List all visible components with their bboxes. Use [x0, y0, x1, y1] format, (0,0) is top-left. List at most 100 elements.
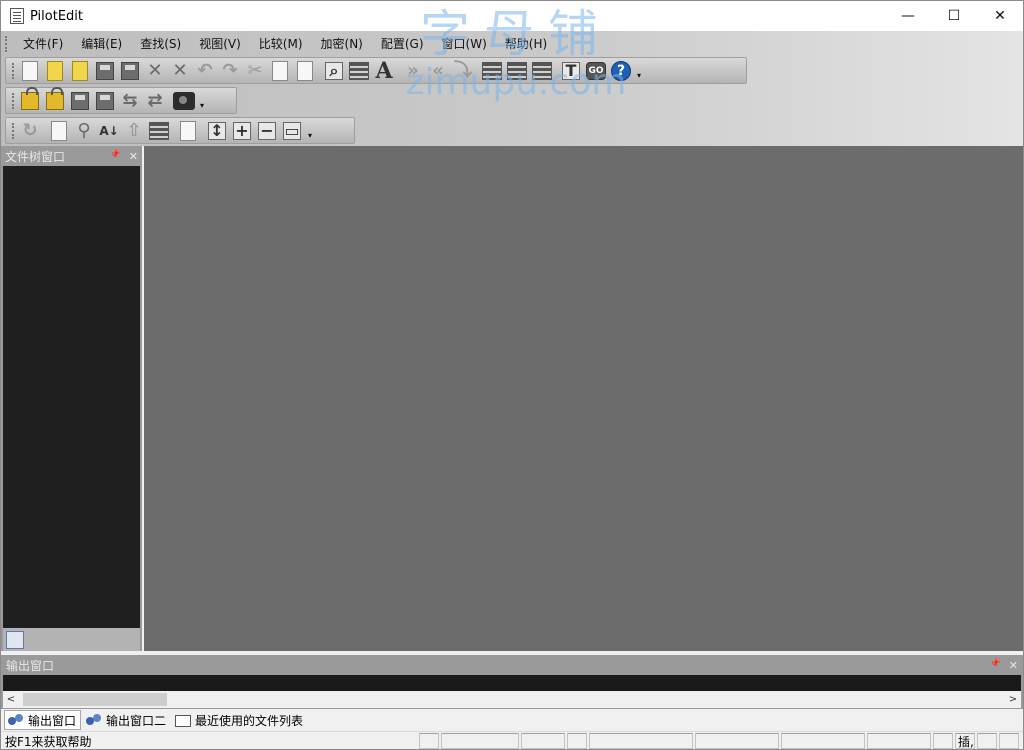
menu-grip[interactable] [5, 36, 8, 52]
status-bar: 按F1来获取帮助 插, [1, 731, 1023, 749]
open-file-alt-icon [72, 60, 88, 81]
expand-button[interactable]: ↕ [205, 120, 229, 142]
zoom-page-button[interactable] [176, 120, 200, 142]
save-encrypted-button[interactable] [68, 90, 92, 112]
help-button[interactable]: ? [609, 60, 633, 82]
minimize-button[interactable]: — [885, 1, 931, 31]
status-cell [999, 733, 1019, 749]
status-cell [695, 733, 779, 749]
open-file-button[interactable] [43, 60, 67, 82]
pin-icon[interactable]: 📌 [990, 659, 1001, 672]
open-file-alt-button[interactable] [68, 60, 92, 82]
compare-alt-button[interactable]: ⇄ [143, 90, 167, 112]
lock-camera-button[interactable] [172, 90, 196, 112]
toolbar-more-button[interactable]: ▾ [197, 90, 207, 112]
tab-recent-files[interactable]: 最近使用的文件列表 [172, 710, 307, 730]
go-icon: GO [586, 61, 606, 80]
toolbar-encrypt: ⇆ ⇄ ▾ [5, 86, 237, 114]
window-button[interactable]: ▭ [280, 120, 304, 142]
search-button[interactable]: ⚲ [72, 120, 96, 142]
menu-window[interactable]: 窗口(W) [433, 34, 496, 54]
scroll-thumb[interactable] [23, 693, 167, 706]
toolbar-grip[interactable] [12, 122, 15, 139]
indent-button[interactable]: ⤵ [451, 60, 475, 82]
menu-file[interactable]: 文件(F) [14, 34, 72, 54]
save-button[interactable] [93, 60, 117, 82]
menu-help[interactable]: 帮助(H) [496, 34, 556, 54]
menu-config[interactable]: 配置(G) [372, 34, 433, 54]
new-file-button[interactable] [18, 60, 42, 82]
pin-icon[interactable]: 📌 [110, 150, 121, 163]
status-cell [867, 733, 931, 749]
font-button[interactable]: A [372, 60, 396, 82]
encrypt-button[interactable] [18, 86, 42, 112]
close-all-icon: ✕ [172, 59, 188, 81]
window-controls: — ☐ ✕ [885, 1, 1023, 31]
file-tree-view[interactable] [3, 166, 140, 628]
tab-output-1[interactable]: 输出窗口 [4, 710, 82, 730]
file-tree-header: 文件树窗口 📌 ✕ [1, 146, 142, 166]
column-mode-2-icon [507, 61, 527, 80]
list-button[interactable] [147, 120, 171, 142]
prev-bookmark-button[interactable]: « [426, 60, 450, 82]
output-content[interactable] [3, 675, 1021, 691]
save-as-encrypted-button[interactable] [93, 90, 117, 112]
toolbar-grip[interactable] [12, 92, 15, 109]
save-all-button[interactable] [118, 60, 142, 82]
go-button[interactable]: GO [584, 60, 608, 82]
status-help-text: 按F1来获取帮助 [5, 734, 92, 749]
menu-edit[interactable]: 编辑(E) [72, 34, 131, 54]
scroll-left-button[interactable]: < [3, 691, 19, 708]
toolbar-more-button[interactable]: ▾ [634, 60, 644, 82]
font-icon: A [375, 57, 393, 84]
column-mode-button[interactable] [480, 60, 504, 82]
sort-az-button[interactable]: A↓ [97, 120, 121, 142]
scroll-track[interactable] [19, 691, 1005, 708]
refresh-button[interactable]: ↻ [18, 120, 42, 142]
title-bar: PilotEdit — ☐ ✕ [1, 1, 1023, 31]
status-cell [419, 733, 439, 749]
file-tree-tab-icon[interactable] [6, 631, 24, 649]
panel-close-icon[interactable]: ✕ [129, 150, 138, 163]
format-button[interactable] [347, 60, 371, 82]
status-cell [441, 733, 519, 749]
close-button[interactable]: ✕ [977, 1, 1023, 31]
toolbar-more-button[interactable]: ▾ [305, 120, 315, 142]
move-up-button[interactable]: ⇧ [122, 120, 146, 142]
toolbar-grip[interactable] [12, 62, 15, 79]
cut-button[interactable]: ✂ [243, 60, 267, 82]
panel-close-icon[interactable]: ✕ [1009, 659, 1018, 672]
scroll-right-button[interactable]: > [1005, 691, 1021, 708]
add-icon: + [233, 121, 251, 140]
menu-compare[interactable]: 比较(M) [250, 34, 312, 54]
menu-search[interactable]: 查找(S) [131, 34, 190, 54]
column-mode-3-button[interactable] [530, 60, 554, 82]
copy-button[interactable] [268, 60, 292, 82]
help-icon: ? [611, 60, 631, 81]
output-title: 输出窗口 [6, 658, 55, 673]
run-script-button[interactable]: T [559, 60, 583, 82]
paste-button[interactable] [293, 60, 317, 82]
menu-view[interactable]: 视图(V) [190, 34, 250, 54]
redo-button[interactable]: ↷ [218, 60, 242, 82]
tab-output-2[interactable]: 输出窗口二 [83, 710, 170, 730]
run-script-icon: T [562, 61, 580, 80]
maximize-button[interactable]: ☐ [931, 1, 977, 31]
remove-button[interactable]: − [255, 120, 279, 142]
menu-encrypt[interactable]: 加密(N) [312, 34, 372, 54]
column-mode-2-button[interactable] [505, 60, 529, 82]
next-bookmark-button[interactable]: » [401, 60, 425, 82]
file-tree-panel: 文件树窗口 📌 ✕ [1, 146, 142, 651]
decrypt-button[interactable] [43, 86, 67, 112]
new-item-button[interactable] [47, 120, 71, 142]
horizontal-scrollbar[interactable]: < > [3, 691, 1021, 708]
add-button[interactable]: + [230, 120, 254, 142]
close-all-button[interactable]: ✕ [168, 60, 192, 82]
find-button[interactable]: ⌕ [322, 60, 346, 82]
close-file-button[interactable]: ✕ [143, 60, 167, 82]
insert-mode-indicator: 插, [955, 733, 975, 749]
document-area[interactable] [144, 146, 1023, 651]
copy-icon [272, 60, 288, 81]
compare-button[interactable]: ⇆ [118, 90, 142, 112]
undo-button[interactable]: ↶ [193, 60, 217, 82]
